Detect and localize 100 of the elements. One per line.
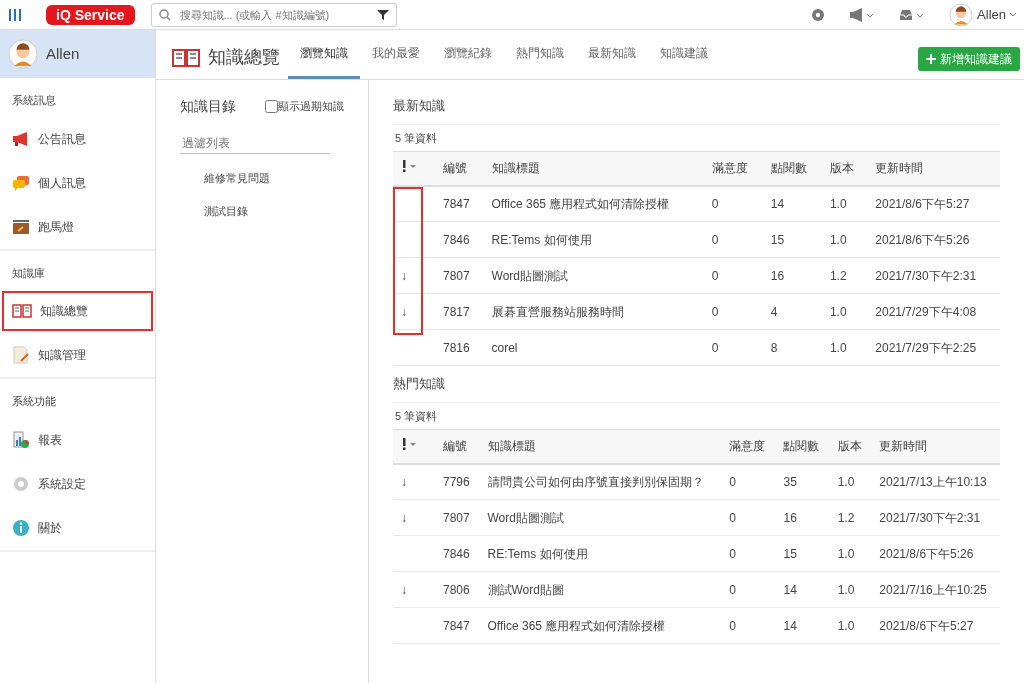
sidebar-item[interactable]: 報表 (0, 417, 155, 462)
table-cell: 0 (721, 607, 776, 644)
table-cell: 0 (721, 499, 776, 536)
table-cell: 2021/7/29下午4:08 (867, 293, 1000, 330)
sidebar-item[interactable]: 系統設定 (0, 461, 155, 506)
column-header[interactable]: 滿意度 (721, 429, 776, 464)
table-cell: 1.0 (821, 329, 868, 366)
table-cell: RE:Tems 如何使用 (479, 535, 722, 572)
tab[interactable]: 瀏覽紀錄 (432, 30, 504, 79)
priority-sort-icon[interactable] (401, 160, 419, 173)
table-cell: 15 (762, 221, 822, 258)
section-title: 系統功能 (11, 394, 57, 409)
table-cell: 0 (721, 463, 776, 500)
tab[interactable]: 知識建議 (648, 30, 720, 79)
column-header[interactable]: 版本 (821, 151, 868, 186)
settings-icon[interactable] (811, 7, 826, 22)
column-header[interactable]: 版本 (829, 429, 872, 464)
sidebar-item[interactable]: 知識管理 (0, 333, 155, 377)
table-cell: 2021/8/6下午5:26 (871, 535, 1000, 572)
section-title: 熱門知識 (393, 375, 446, 393)
sidebar-item[interactable]: 知識總覽 (0, 289, 155, 333)
priority-sort-icon[interactable] (401, 438, 419, 451)
megaphone-icon[interactable] (849, 7, 876, 22)
table-cell: 1.0 (821, 185, 868, 222)
table-cell: 16 (775, 499, 830, 536)
logo[interactable]: iQ Service (46, 4, 135, 25)
sidebar-item[interactable]: 公告訊息 (0, 116, 155, 161)
column-header[interactable]: 編號 (435, 151, 484, 186)
show-expired-checkbox[interactable] (265, 100, 278, 113)
section-title: 最新知識 (393, 97, 446, 115)
column-header[interactable]: 更新時間 (871, 429, 1000, 464)
down-arrow: ↓ (401, 510, 407, 525)
table-cell: 7817 (435, 293, 484, 330)
table-cell: 1.0 (821, 221, 868, 258)
avatar-icon (949, 2, 974, 27)
table-cell: 0 (703, 257, 763, 294)
document-icon (12, 346, 30, 364)
column-header[interactable]: 知識標題 (479, 429, 722, 464)
tab[interactable]: 瀏覽知識 (288, 30, 360, 79)
book-icon (12, 303, 32, 319)
table-cell: 1.0 (829, 571, 872, 608)
tab[interactable]: 最新知識 (576, 30, 648, 79)
chat-icon (12, 174, 30, 191)
table-cell: 2021/7/29下午2:25 (867, 329, 1000, 366)
sidebar-item[interactable]: 關於 (0, 505, 155, 550)
tab[interactable]: 熱門知識 (504, 30, 576, 79)
column-header[interactable]: 滿意度 (703, 151, 763, 186)
table-cell: 35 (775, 463, 830, 500)
page-title: 知識總覽 (208, 46, 280, 69)
plus-icon (926, 54, 936, 64)
column-header[interactable]: 編號 (435, 429, 480, 464)
table-cell: 2021/7/16上午10:25 (871, 571, 1000, 608)
table-cell: 4 (762, 293, 822, 330)
table-cell: 14 (775, 571, 830, 608)
table-cell: 7807 (435, 499, 480, 536)
column-header[interactable]: 更新時間 (867, 151, 1000, 186)
user-menu[interactable]: Allen (977, 4, 1006, 25)
inbox-icon[interactable] (899, 7, 926, 22)
table-cell: 1.2 (829, 499, 872, 536)
table-cell: corel (483, 329, 704, 366)
table-cell: 7846 (435, 221, 484, 258)
user-name: Allen (46, 43, 80, 64)
table-cell: 7846 (435, 535, 480, 572)
table-cell: 1.2 (821, 257, 868, 294)
sidebar-item[interactable]: 跑馬燈 (0, 204, 155, 249)
checkbox-label[interactable]: 顯示過期知識 (278, 98, 344, 115)
table-cell: 8 (762, 329, 822, 366)
table-cell: Office 365 應用程式如何清除授權 (479, 607, 722, 644)
avatar-icon (8, 39, 38, 69)
down-arrow: ↓ (401, 304, 407, 319)
book-icon (172, 46, 200, 69)
table-cell: 1.0 (829, 535, 872, 572)
column-header[interactable]: 點閱數 (775, 429, 830, 464)
section-title: 知識庫 (11, 265, 46, 281)
catalog-item[interactable]: 維修常見問題 (204, 162, 344, 195)
table-cell: 0 (703, 221, 763, 258)
sidebar-item[interactable]: 個人訊息 (0, 160, 155, 205)
search-field[interactable]: 搜尋知識... (或輸入 #知識編號) (150, 2, 397, 27)
caret-icon (1010, 12, 1016, 17)
table-cell: 2021/7/30下午2:31 (867, 257, 1000, 294)
column-header[interactable]: 知識標題 (483, 151, 704, 186)
column-header[interactable]: 點閱數 (762, 151, 822, 186)
tab[interactable]: 我的最愛 (360, 30, 432, 79)
table-cell: 展碁直營服務站服務時間 (483, 293, 704, 330)
menu-icon[interactable] (8, 7, 22, 22)
table-cell: 0 (721, 535, 776, 572)
filter-icon[interactable] (376, 8, 389, 21)
megaphone-icon (12, 130, 30, 147)
gear-icon (12, 474, 30, 493)
table-cell: 2021/8/6下午5:26 (867, 221, 1000, 258)
down-arrow: ↓ (401, 582, 407, 597)
table-cell: 0 (721, 571, 776, 608)
table-cell: 14 (775, 607, 830, 644)
table-cell: Office 365 應用程式如何清除授權 (483, 185, 704, 222)
catalog-item[interactable]: 測試目錄 (204, 194, 344, 227)
table-cell: 7796 (435, 463, 480, 500)
table-cell: 0 (703, 329, 763, 366)
search-icon (158, 8, 171, 21)
table-cell: 0 (703, 185, 763, 222)
table-cell: 2021/7/13上午10:13 (871, 463, 1000, 500)
